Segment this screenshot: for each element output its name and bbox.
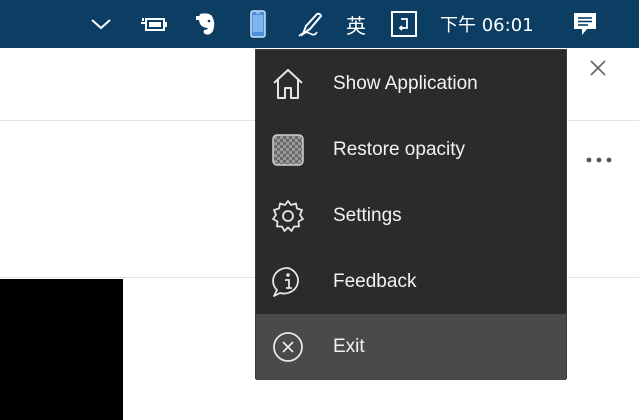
- menu-item-label: Exit: [333, 336, 365, 357]
- notification-icon[interactable]: [570, 0, 600, 48]
- context-menu: Show Application Restore opacity Setting…: [255, 49, 567, 380]
- menu-item-label: Restore opacity: [333, 139, 466, 160]
- close-icon[interactable]: [584, 54, 612, 82]
- menu-item-feedback[interactable]: Feedback: [256, 249, 566, 315]
- taskbar: 英 下午 06:01: [0, 0, 639, 48]
- menu-item-label: Feedback: [333, 271, 417, 292]
- menu-item-exit[interactable]: Exit: [256, 314, 566, 380]
- home-icon: [270, 66, 306, 102]
- chevron-up-icon[interactable]: [88, 0, 114, 48]
- menu-item-show-application[interactable]: Show Application: [256, 51, 566, 117]
- gear-icon: [270, 198, 306, 234]
- black-panel: [0, 279, 123, 420]
- clock[interactable]: 下午 06:01: [440, 0, 544, 48]
- menu-item-label: Show Application: [333, 73, 478, 94]
- ime-icon[interactable]: 英: [340, 0, 372, 48]
- exit-icon: [270, 329, 306, 365]
- opacity-icon: [270, 132, 306, 168]
- feedback-icon: [270, 264, 306, 300]
- menu-item-label: Settings: [333, 205, 402, 226]
- menu-item-settings[interactable]: Settings: [256, 183, 566, 249]
- menu-item-restore-opacity[interactable]: Restore opacity: [256, 117, 566, 183]
- phone-icon[interactable]: [247, 0, 269, 48]
- evernote-icon[interactable]: [192, 0, 220, 48]
- more-options-icon[interactable]: [582, 148, 616, 172]
- keyboard-icon[interactable]: [390, 0, 418, 48]
- pen-icon[interactable]: [296, 0, 326, 48]
- battery-icon[interactable]: [139, 0, 169, 48]
